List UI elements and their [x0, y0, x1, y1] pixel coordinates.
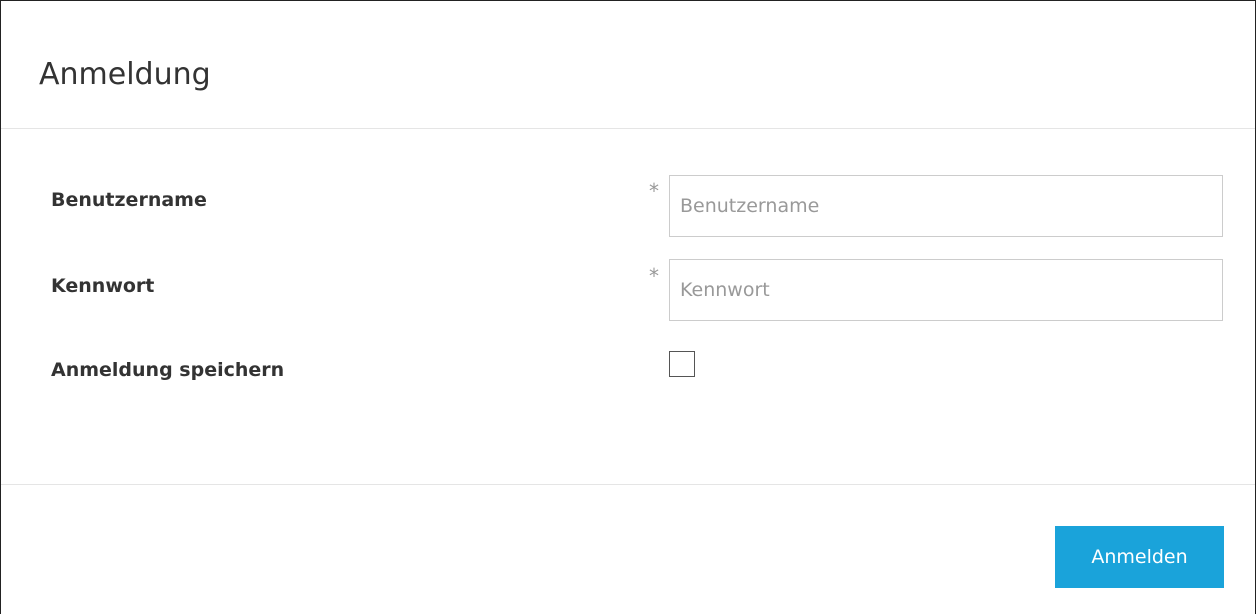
- username-required-marker: *: [649, 179, 659, 203]
- dialog-title: Anmeldung: [39, 57, 211, 92]
- remember-label: Anmeldung speichern: [51, 359, 285, 381]
- username-label: Benutzername: [51, 189, 207, 211]
- dialog-header: Anmeldung: [1, 1, 1255, 129]
- username-input[interactable]: [669, 175, 1223, 237]
- login-button[interactable]: Anmelden: [1055, 526, 1224, 588]
- password-required-marker: *: [649, 264, 659, 288]
- footer-divider: [1, 484, 1255, 485]
- password-label: Kennwort: [51, 275, 155, 297]
- login-dialog: Anmeldung Benutzername * Kennwort * Anme…: [0, 0, 1256, 614]
- password-input[interactable]: [669, 259, 1223, 321]
- remember-checkbox[interactable]: [669, 351, 695, 377]
